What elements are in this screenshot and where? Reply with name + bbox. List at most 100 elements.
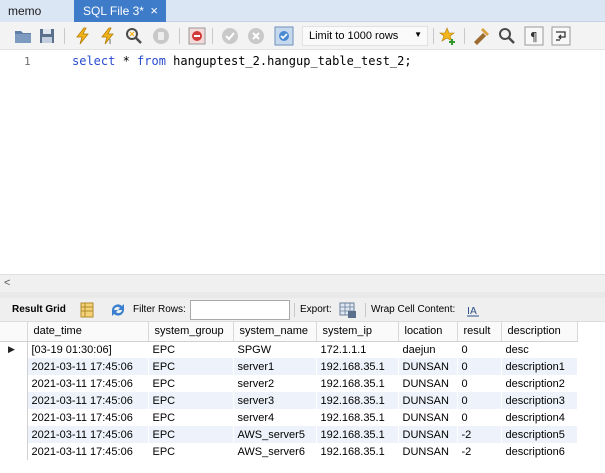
tab-memo-label: memo: [8, 4, 42, 18]
cell-result[interactable]: -2: [457, 426, 501, 443]
table-row[interactable]: 2021-03-11 17:45:06 EPC AWS_server5 192.…: [0, 426, 577, 443]
cell-date-time[interactable]: 2021-03-11 17:45:06: [27, 409, 148, 426]
table-row[interactable]: ▶ [03-19 01:30:06] EPC SPGW 172.1.1.1 da…: [0, 341, 577, 358]
autocommit-icon[interactable]: [274, 26, 294, 46]
sql-editor[interactable]: 1 select * from hanguptest_2.hangup_tabl…: [0, 50, 605, 274]
cell-system-name[interactable]: server3: [233, 392, 316, 409]
row-marker: [0, 375, 28, 392]
cell-date-time[interactable]: 2021-03-11 17:45:06: [27, 375, 148, 392]
cell-system-name[interactable]: SPGW: [233, 341, 316, 358]
word-wrap-icon[interactable]: [551, 26, 571, 46]
cell-description[interactable]: description1: [501, 358, 577, 375]
cell-description[interactable]: description2: [501, 375, 577, 392]
beautify-icon[interactable]: [471, 26, 491, 46]
cell-location[interactable]: DUNSAN: [398, 409, 457, 426]
cell-system-group[interactable]: EPC: [148, 375, 233, 392]
toggle-continue-icon[interactable]: [187, 26, 207, 46]
cell-system-ip[interactable]: 192.168.35.1: [316, 375, 398, 392]
horizontal-scrollbar[interactable]: <: [0, 274, 605, 292]
save-icon[interactable]: [37, 26, 57, 46]
explain-icon[interactable]: [124, 26, 144, 46]
rollback-icon[interactable]: [246, 26, 266, 46]
export-label: Export:: [300, 304, 332, 315]
cell-result[interactable]: 0: [457, 392, 501, 409]
cell-system-name[interactable]: AWS_server5: [233, 426, 316, 443]
cell-system-ip[interactable]: 192.168.35.1: [316, 409, 398, 426]
column-header-result[interactable]: result: [457, 322, 502, 342]
column-header-description[interactable]: description: [501, 322, 578, 342]
cell-result[interactable]: 0: [457, 358, 501, 375]
column-header-system-ip[interactable]: system_ip: [316, 322, 399, 342]
cell-system-name[interactable]: server1: [233, 358, 316, 375]
column-header-system-group[interactable]: system_group: [148, 322, 234, 342]
cell-system-name[interactable]: server4: [233, 409, 316, 426]
execute-current-icon[interactable]: I: [98, 26, 118, 46]
toolbar-separator: [464, 28, 465, 44]
cell-system-ip[interactable]: 192.168.35.1: [316, 358, 398, 375]
cell-location[interactable]: DUNSAN: [398, 375, 457, 392]
cell-result[interactable]: 0: [457, 409, 501, 426]
cell-system-ip[interactable]: 192.168.35.1: [316, 443, 398, 460]
cell-location[interactable]: DUNSAN: [398, 358, 457, 375]
cell-date-time[interactable]: 2021-03-11 17:45:06: [27, 358, 148, 375]
cell-description[interactable]: description4: [501, 409, 577, 426]
cell-date-time[interactable]: [03-19 01:30:06]: [27, 341, 148, 358]
tab-sql-file-3[interactable]: SQL File 3* ×: [74, 0, 166, 22]
cell-system-group[interactable]: EPC: [148, 426, 233, 443]
table-row[interactable]: 2021-03-11 17:45:06 EPC server4 192.168.…: [0, 409, 577, 426]
cell-system-ip[interactable]: 192.168.35.1: [316, 392, 398, 409]
result-grid-tab[interactable]: Result Grid: [12, 304, 66, 315]
scroll-left-arrow[interactable]: <: [4, 277, 10, 289]
filter-rows-input[interactable]: [190, 300, 290, 320]
cell-description[interactable]: desc: [501, 341, 577, 358]
cell-result[interactable]: 0: [457, 375, 501, 392]
export-icon[interactable]: [338, 301, 358, 319]
cell-system-group[interactable]: EPC: [148, 341, 233, 358]
result-table: date_time system_group system_name syste…: [0, 322, 578, 460]
cell-description[interactable]: description6: [501, 443, 577, 460]
sql-code-line[interactable]: select * from hanguptest_2.hangup_table_…: [72, 54, 412, 68]
cell-system-name[interactable]: AWS_server6: [233, 443, 316, 460]
open-folder-icon[interactable]: [13, 26, 33, 46]
cell-system-name[interactable]: server2: [233, 375, 316, 392]
cell-location[interactable]: daejun: [398, 341, 457, 358]
invisible-chars-icon[interactable]: ¶: [524, 26, 544, 46]
cell-location[interactable]: DUNSAN: [398, 443, 457, 460]
cell-description[interactable]: description3: [501, 392, 577, 409]
cell-location[interactable]: DUNSAN: [398, 392, 457, 409]
execute-icon[interactable]: [73, 26, 93, 46]
close-tab-icon[interactable]: ×: [150, 0, 158, 22]
add-snippet-icon[interactable]: [438, 26, 458, 46]
column-header-location[interactable]: location: [398, 322, 458, 342]
tab-memo[interactable]: memo: [0, 0, 74, 22]
cell-result[interactable]: 0: [457, 341, 501, 358]
cell-system-ip[interactable]: 192.168.35.1: [316, 426, 398, 443]
table-row[interactable]: 2021-03-11 17:45:06 EPC AWS_server6 192.…: [0, 443, 577, 460]
cell-system-ip[interactable]: 172.1.1.1: [316, 341, 398, 358]
cell-system-group[interactable]: EPC: [148, 392, 233, 409]
cell-date-time[interactable]: 2021-03-11 17:45:06: [27, 392, 148, 409]
wrap-cell-icon[interactable]: IA: [466, 302, 480, 318]
cell-system-group[interactable]: EPC: [148, 443, 233, 460]
cell-date-time[interactable]: 2021-03-11 17:45:06: [27, 443, 148, 460]
cell-result[interactable]: -2: [457, 443, 501, 460]
form-editor-icon[interactable]: [80, 302, 94, 318]
cell-date-time[interactable]: 2021-03-11 17:45:06: [27, 426, 148, 443]
column-header-system-name[interactable]: system_name: [233, 322, 317, 342]
limit-rows-dropdown[interactable]: Limit to 1000 rows ▼: [302, 26, 428, 46]
stop-icon[interactable]: [151, 26, 171, 46]
table-row[interactable]: 2021-03-11 17:45:06 EPC server1 192.168.…: [0, 358, 577, 375]
row-marker: [0, 426, 28, 443]
cell-description[interactable]: description5: [501, 426, 577, 443]
commit-icon[interactable]: [220, 26, 240, 46]
column-header-date-time[interactable]: date_time: [27, 322, 149, 342]
table-row[interactable]: 2021-03-11 17:45:06 EPC server2 192.168.…: [0, 375, 577, 392]
refresh-icon[interactable]: [109, 302, 127, 318]
cell-system-group[interactable]: EPC: [148, 409, 233, 426]
cell-location[interactable]: DUNSAN: [398, 426, 457, 443]
cell-system-group[interactable]: EPC: [148, 358, 233, 375]
filter-rows-label: Filter Rows:: [133, 304, 186, 315]
search-icon[interactable]: [497, 26, 517, 46]
tab-bar: memo SQL File 3* ×: [0, 0, 605, 22]
table-row[interactable]: 2021-03-11 17:45:06 EPC server3 192.168.…: [0, 392, 577, 409]
